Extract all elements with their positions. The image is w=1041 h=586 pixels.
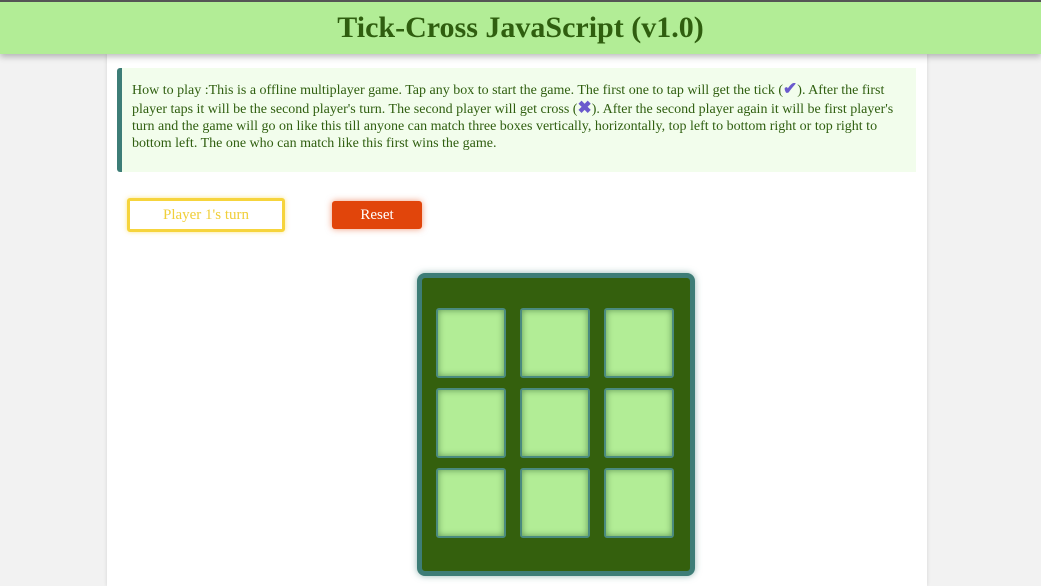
board-cell-2[interactable] xyxy=(520,308,590,378)
game-board xyxy=(417,273,695,576)
board-cell-4[interactable] xyxy=(436,388,506,458)
page-title: Tick-Cross JavaScript (v1.0) xyxy=(337,11,704,44)
game-container: How to play :This is a offline multiplay… xyxy=(107,54,927,586)
instructions-text-1: How to play :This is a offline multiplay… xyxy=(132,83,784,98)
reset-button[interactable]: Reset xyxy=(332,201,422,229)
board-cell-7[interactable] xyxy=(436,468,506,538)
header-bar: Tick-Cross JavaScript (v1.0) xyxy=(0,0,1041,54)
cross-icon: ✖ xyxy=(577,98,592,117)
turn-indicator: Player 1's turn xyxy=(127,198,285,232)
board-cell-8[interactable] xyxy=(520,468,590,538)
board-cell-1[interactable] xyxy=(436,308,506,378)
board-cell-6[interactable] xyxy=(604,388,674,458)
instructions-panel: How to play :This is a offline multiplay… xyxy=(117,68,916,172)
tick-icon: ✔ xyxy=(783,79,798,98)
board-cell-9[interactable] xyxy=(604,468,674,538)
board-cell-3[interactable] xyxy=(604,308,674,378)
board-cell-5[interactable] xyxy=(520,388,590,458)
